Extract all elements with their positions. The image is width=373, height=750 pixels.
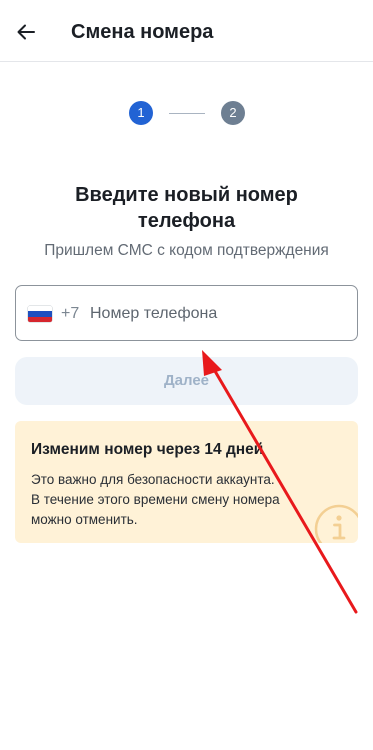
country-code: +7: [61, 305, 80, 322]
arrow-left-icon: [17, 24, 35, 40]
step-1-indicator: 1: [129, 101, 153, 125]
stepper: 1 2: [129, 101, 245, 125]
top-bar: Смена номера: [0, 0, 373, 62]
page-title: Смена номера: [71, 21, 214, 43]
info-icon: [314, 504, 358, 543]
notice-line: Это важно для безопасности аккаунта.: [31, 472, 275, 487]
step-2-indicator: 2: [221, 101, 245, 125]
back-button[interactable]: [14, 20, 38, 44]
notice-line: В течение этого времени смену номера: [31, 492, 280, 507]
phone-number-field[interactable]: +7: [15, 285, 358, 341]
screen-subtitle: Пришлем СМС с кодом подтверждения: [44, 242, 329, 259]
notice-line: можно отменить.: [31, 512, 138, 527]
russia-flag-icon: [28, 306, 52, 322]
screen-heading: Введите новый номер телефона: [75, 184, 298, 232]
notice-title: Изменим номер через 14 дней: [31, 441, 264, 458]
phone-number-input[interactable]: [90, 303, 340, 325]
stepper-connector: [169, 112, 205, 114]
change-delay-notice: Изменим номер через 14 дней Это важно дл…: [15, 421, 358, 543]
notice-text: Это важно для безопасности аккаунта. В т…: [31, 470, 321, 530]
next-button[interactable]: Далее: [15, 357, 358, 405]
